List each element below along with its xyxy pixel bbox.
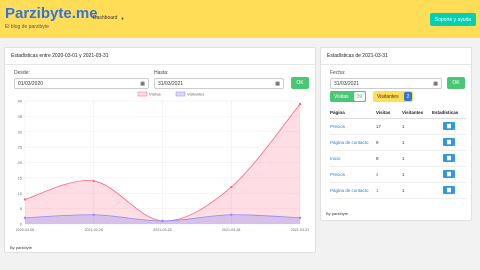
day-date-value: 31/03/2021 <box>334 80 360 87</box>
row-visitors: 1 <box>402 150 432 167</box>
table-row: Precios 17 1 ▆ <box>330 118 466 135</box>
range-stats-card: Estadísticas entre 2020-03-01 y 2021-03-… <box>4 47 316 253</box>
row-visits: 4 <box>376 166 402 183</box>
y-tick-label: 15 <box>18 175 23 180</box>
visits-tag-label: Visitas <box>330 91 353 102</box>
y-tick-label: 25 <box>18 145 23 150</box>
visitors-tag-label: Visitantes <box>377 93 399 100</box>
row-page-link[interactable]: Página de contacto <box>330 182 376 199</box>
x-tick-label: 2021-02-28 <box>85 228 103 232</box>
y-tick-label: 35 <box>18 114 23 119</box>
legend-label: Visitantes <box>187 92 204 97</box>
row-page-link[interactable]: Precios <box>330 166 376 183</box>
y-tick-label: 40 <box>18 99 23 104</box>
y-tick-label: 0 <box>20 222 23 227</box>
visits-area-chart: 0 5 10 15 20 25 30 35 40 2020-03-08 2021-02-28 2021… <box>16 91 309 233</box>
side-footer-note: By parzibyte <box>326 211 349 216</box>
x-tick-label: 2020-03-08 <box>16 228 34 232</box>
table-header-row: Página Visitas Visitantes Estadísticas <box>330 108 466 119</box>
brand-logo[interactable]: Parzibyte.me <box>5 6 98 22</box>
row-visitors: 1 <box>402 182 432 199</box>
nav-dashboard-label: Dashboard <box>93 15 118 21</box>
main-footer-note: By parzibyte <box>10 245 33 250</box>
date-label: Fecha: <box>330 70 346 76</box>
visits-tag-count: 39 <box>353 92 366 101</box>
y-tick-label: 30 <box>18 129 23 134</box>
chevron-down-icon: ▼ <box>120 15 125 21</box>
support-button[interactable]: Soporte y ayuda <box>430 13 476 26</box>
row-visitors: 1 <box>402 118 432 135</box>
data-point <box>23 198 27 201</box>
data-point <box>161 219 164 223</box>
visits-tag: Visitas 39 <box>330 91 367 102</box>
col-header-page: Página <box>330 108 376 119</box>
top-navbar: Parzibyte.me El blog de parzibyte Dashbo… <box>0 0 480 38</box>
y-tick-label: 20 <box>18 160 23 165</box>
y-tick-label: 5 <box>20 206 23 211</box>
chart-icon[interactable]: ▆ <box>443 154 455 162</box>
day-date-input[interactable]: 31/03/2021 ▦ <box>330 78 442 89</box>
legend-label: Visitas <box>149 92 161 97</box>
chart-icon[interactable]: ▆ <box>443 170 455 178</box>
row-visitors: 1 <box>402 134 432 151</box>
data-point <box>92 213 95 216</box>
row-page-link[interactable]: Página de contacto <box>330 134 376 151</box>
row-page-link[interactable]: Inicio <box>330 150 376 167</box>
row-visits: 1 <box>376 182 402 199</box>
table-row: Inicio 8 1 ▆ <box>330 150 466 167</box>
legend-swatch <box>137 91 148 97</box>
x-tick-label: 2021-03-31 <box>291 228 309 232</box>
data-point <box>92 179 95 183</box>
row-visits: 17 <box>376 118 402 135</box>
y-tick-label: 10 <box>18 191 23 196</box>
row-visitors: 1 <box>402 166 432 183</box>
col-header-stats: Estadísticas <box>432 108 466 119</box>
x-tick-label: 2021-03-25 <box>153 228 171 232</box>
data-point <box>298 216 302 220</box>
row-visits: 8 <box>376 150 402 167</box>
table-row: Página de contacto 1 1 ▆ <box>330 182 466 199</box>
row-visits: 9 <box>376 134 402 151</box>
chart-icon[interactable]: ▆ <box>443 138 455 146</box>
data-point <box>230 213 233 216</box>
day-ok-button[interactable]: OK <box>447 77 465 89</box>
data-point <box>230 185 233 189</box>
brand-tagline: El blog de parzibyte <box>5 24 49 30</box>
calendar-icon[interactable]: ▦ <box>433 81 438 87</box>
legend-swatch <box>175 91 186 97</box>
nav-dashboard[interactable]: Dashboard ▼ <box>93 15 124 21</box>
visitors-tag: Visitantes 2 <box>373 91 414 102</box>
pages-stats-table: Página Visitas Visitantes Estadísticas P… <box>330 108 466 199</box>
table-row: Página de contacto 9 1 ▆ <box>330 134 466 151</box>
data-point <box>298 102 302 106</box>
col-header-visits: Visitas <box>376 108 402 119</box>
chart-icon[interactable]: ▆ <box>443 122 455 130</box>
day-stats-title: Estadísticas de 2021-03-31 <box>327 53 388 59</box>
visitors-tag-count: 2 <box>403 92 413 101</box>
row-page-link[interactable]: Precios <box>330 118 376 135</box>
x-tick-label: 2021-03-28 <box>222 228 240 232</box>
col-header-visitors: Visitantes <box>402 108 432 119</box>
chart-icon[interactable]: ▆ <box>443 186 455 194</box>
divider <box>321 64 471 65</box>
table-row: Precios 4 1 ▆ <box>330 166 466 183</box>
data-point <box>23 216 27 220</box>
